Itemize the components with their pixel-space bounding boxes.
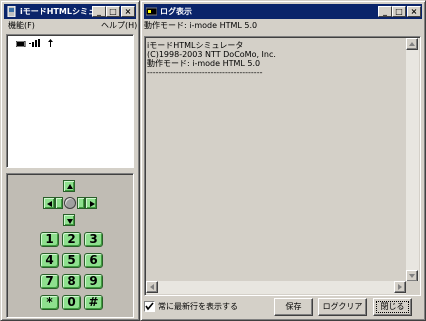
dpad-center-button[interactable] [64,197,76,209]
log-line: iモードHTMLシミュレータ [147,41,244,50]
dpad-up-button[interactable] [63,180,75,192]
minimize-button[interactable]: _ [92,6,106,17]
dpad-left-inner-button[interactable] [55,197,63,209]
phone-screen[interactable] [6,34,134,168]
simulator-window: iモードHTMLシミュレー _ □ × 機能(F) ヘルプ(H) 1 2 3 4… [0,0,140,321]
key-9[interactable]: 9 [84,274,103,289]
arrow-down-icon [67,219,73,224]
arrow-right-icon [90,201,95,207]
log-content: iモードHTMLシミュレータ (C)1998-2003 NTT DoCoMo, … [147,41,405,77]
key-6[interactable]: 6 [84,253,103,268]
simulator-titlebar[interactable]: iモードHTMLシミュレー _ □ × [4,4,136,19]
key-2[interactable]: 2 [62,232,81,247]
log-textarea[interactable]: iモードHTMLシミュレータ (C)1998-2003 NTT DoCoMo, … [144,36,421,296]
close-dialog-button[interactable]: 閉じる [373,298,412,316]
log-line: 動作モード: i-mode HTML 5.0 [147,59,261,68]
scroll-right-icon [398,284,402,290]
dpad-right-inner-button[interactable] [77,197,85,209]
log-line: ---------------------------------------- [147,68,263,77]
log-close-button[interactable]: × [407,6,421,17]
scroll-up-icon [409,42,415,46]
key-4[interactable]: 4 [40,253,59,268]
key-8[interactable]: 8 [62,274,81,289]
key-1[interactable]: 1 [40,232,59,247]
dpad-left-button[interactable] [43,197,55,209]
scroll-up-button[interactable] [406,38,418,50]
antenna-icon [48,39,53,47]
menu-file[interactable]: 機能(F) [8,19,35,32]
log-app-icon [146,7,157,16]
checkmark-icon [145,302,154,311]
horizontal-scrollbar[interactable] [146,281,406,294]
scroll-right-button[interactable] [394,281,406,293]
key-0[interactable]: 0 [62,295,81,310]
arrow-left-icon [47,201,52,207]
log-maximize-button[interactable]: □ [392,6,406,17]
size-grip[interactable] [406,281,419,294]
maximize-button[interactable]: □ [106,6,120,17]
key-7[interactable]: 7 [40,274,59,289]
menu-help[interactable]: ヘルプ(H) [101,19,137,32]
app-icon [7,6,16,17]
log-titlebar[interactable]: ログ表示 _ □ × [144,4,422,19]
key-star[interactable]: * [40,295,59,310]
arrow-up-icon [67,184,73,189]
key-hash[interactable]: # [84,295,103,310]
battery-icon [16,41,26,47]
log-window: ログ表示 _ □ × 動作モード: i-mode HTML 5.0 iモードHT… [140,0,426,321]
dpad-right-button[interactable] [85,197,97,209]
scroll-down-icon [409,274,415,278]
scroll-left-icon [150,284,154,290]
save-button[interactable]: 保存 [274,298,313,316]
log-clear-button[interactable]: ログクリア [318,298,367,316]
vertical-scrollbar[interactable] [406,38,419,282]
scroll-left-button[interactable] [146,281,158,293]
log-minimize-button[interactable]: _ [378,6,392,17]
key-3[interactable]: 3 [84,232,103,247]
log-line: (C)1998-2003 NTT DoCoMo, Inc. [147,50,276,59]
keypad-panel: 1 2 3 4 5 6 7 8 9 * 0 # [6,173,134,318]
always-show-latest-checkbox[interactable] [144,301,155,312]
dpad-down-button[interactable] [63,214,75,226]
close-button[interactable]: × [121,6,135,17]
mode-label: 動作モード: i-mode HTML 5.0 [144,21,258,30]
key-5[interactable]: 5 [62,253,81,268]
signal-icon [29,39,40,47]
log-title: ログ表示 [160,7,192,16]
always-show-latest-label[interactable]: 常に最新行を表示する [158,301,238,313]
